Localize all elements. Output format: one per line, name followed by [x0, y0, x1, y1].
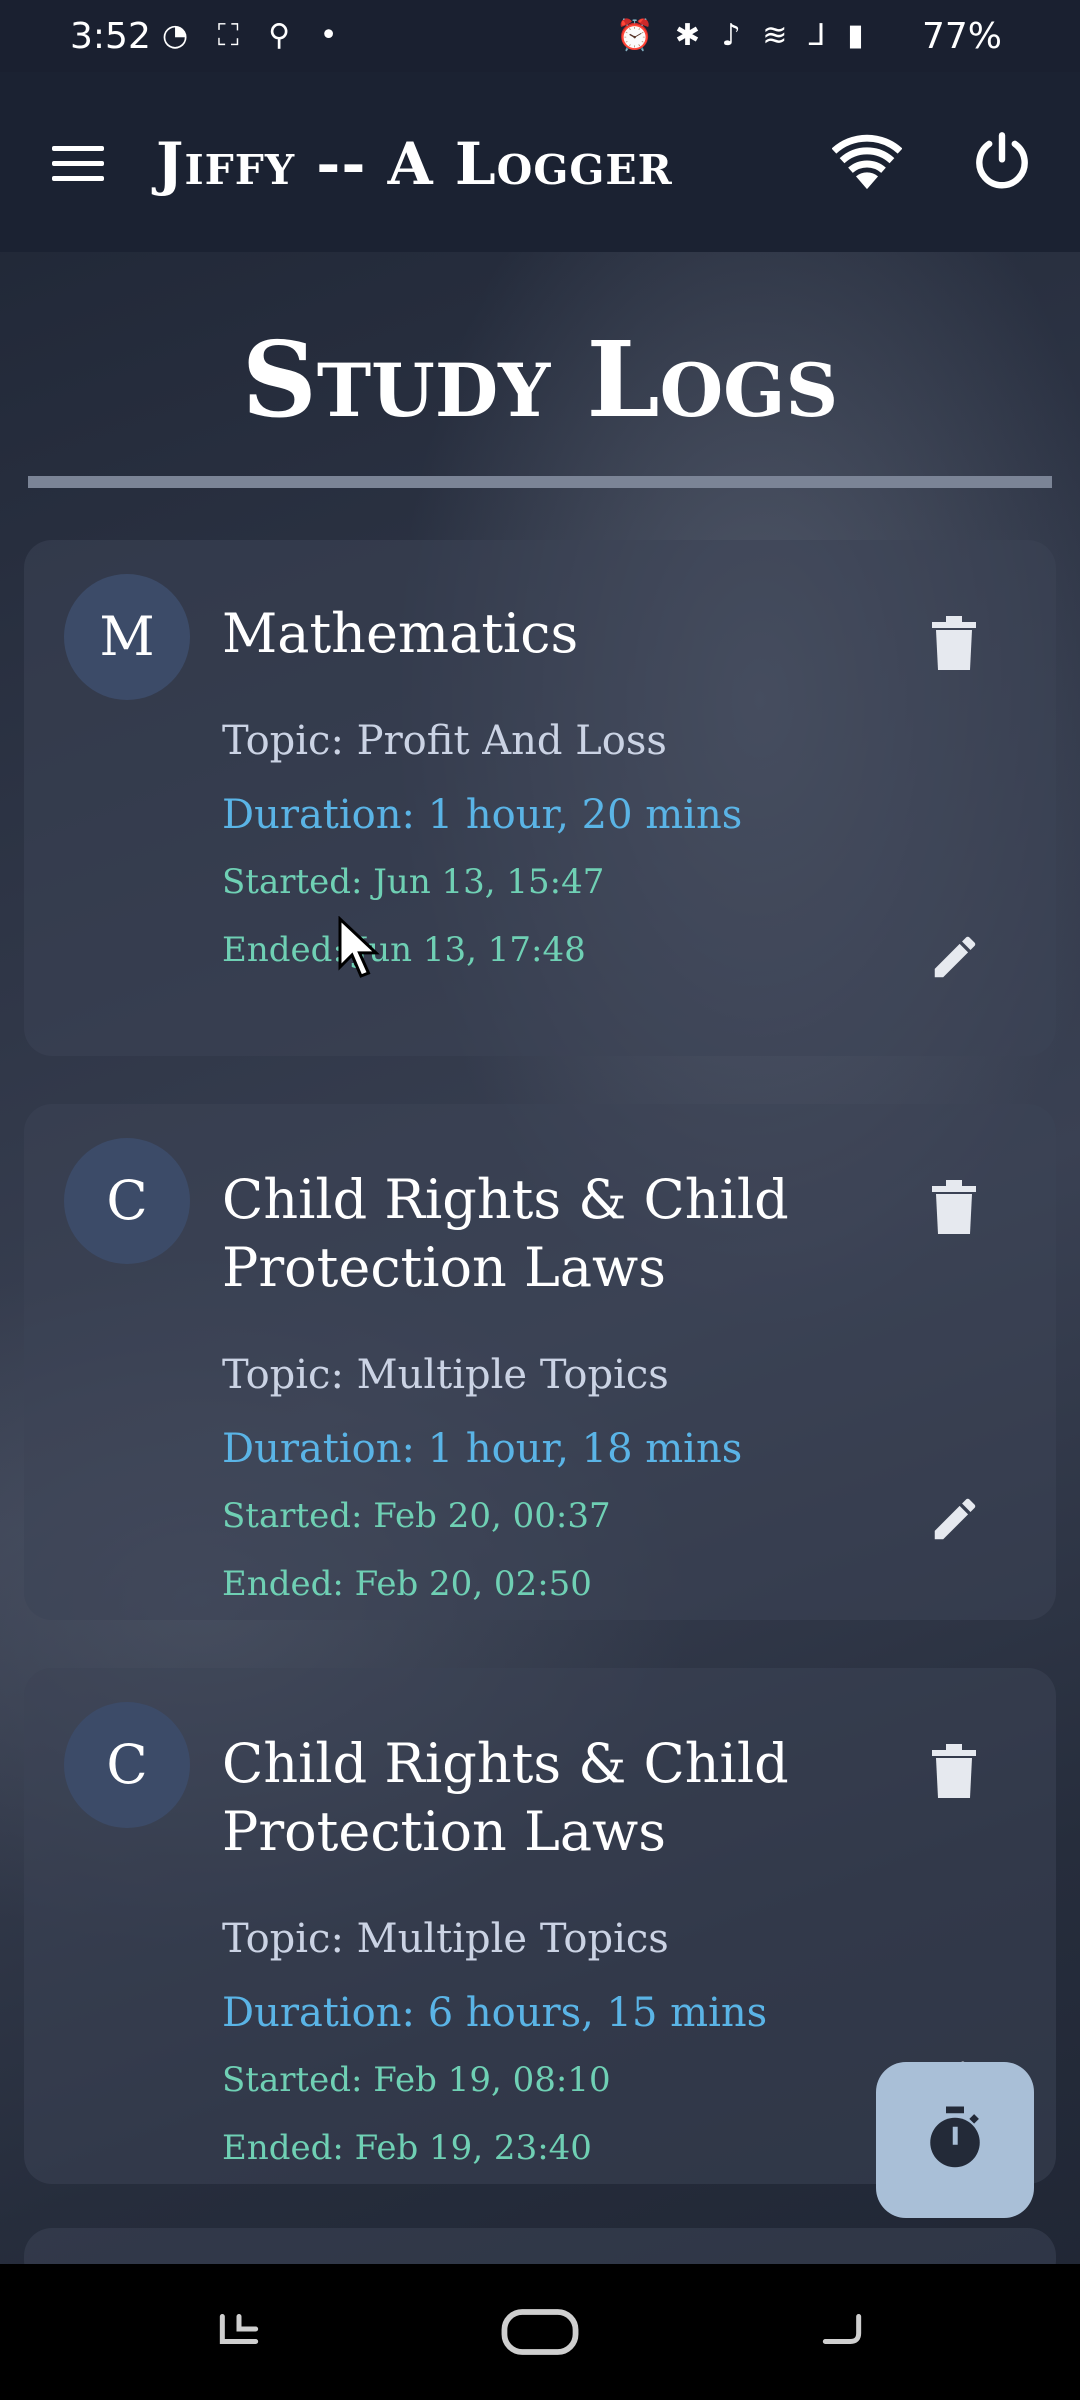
power-icon[interactable] — [970, 130, 1034, 194]
topic-text: Topic: Multiple Topics — [222, 1916, 669, 1962]
edit-icon[interactable] — [928, 1492, 982, 1546]
duration-text: Duration: 6 hours, 15 mins — [222, 1990, 768, 2036]
delete-icon[interactable] — [932, 616, 976, 670]
app-title: Jiffy -- A Logger — [156, 130, 673, 198]
duration-text: Duration: 1 hour, 20 mins — [222, 792, 743, 838]
recent-apps-icon[interactable] — [214, 2304, 264, 2354]
app-bar: Jiffy -- A Logger — [0, 72, 1080, 252]
subject-title: Mathematics — [222, 602, 579, 665]
status-bar: 3:52 ◔ ⛶ ⚲ • ⏰ ✱ ♪ ≋ ⅃ ▮ 77% — [0, 0, 1080, 72]
battery-level: 77% — [921, 16, 1002, 57]
stopwatch-fab-button[interactable] — [876, 2062, 1034, 2218]
hamburger-menu-icon[interactable] — [52, 146, 104, 182]
started-text: Started: Feb 20, 00:37 — [222, 1496, 611, 1536]
wifi-icon[interactable] — [832, 134, 902, 192]
title-divider — [28, 476, 1052, 488]
home-icon[interactable] — [500, 2304, 580, 2360]
subject-title: Child Rights & Child Protection Laws — [222, 1168, 789, 1299]
back-icon[interactable] — [814, 2304, 870, 2354]
log-card[interactable]: C Child Rights & Child Protection Laws T… — [24, 1104, 1056, 1620]
avatar: C — [64, 1702, 190, 1828]
status-right-icons: ⏰ ✱ ♪ ≋ ⅃ ▮ — [616, 18, 870, 53]
log-details: Topic: Multiple Topics Duration: 1 hour,… — [222, 1352, 1022, 1620]
delete-icon[interactable] — [932, 1744, 976, 1798]
avatar: M — [64, 574, 190, 700]
mouse-cursor-icon — [338, 916, 380, 978]
topic-text: Topic: Profit And Loss — [222, 718, 667, 764]
status-left-icons: ◔ ⛶ ⚲ • — [162, 18, 348, 53]
delete-icon[interactable] — [932, 1180, 976, 1234]
edit-icon[interactable] — [928, 930, 982, 984]
stopwatch-icon — [930, 2106, 980, 2168]
avatar: C — [64, 1138, 190, 1264]
duration-text: Duration: 1 hour, 18 mins — [222, 1426, 743, 1472]
topic-text: Topic: Multiple Topics — [222, 1352, 669, 1398]
subject-title: Child Rights & Child Protection Laws — [222, 1732, 789, 1863]
ended-text: Ended: Feb 20, 02:50 — [222, 1564, 592, 1604]
page-title: Study Logs — [241, 318, 839, 441]
system-nav-bar — [0, 2264, 1080, 2400]
status-time: 3:52 — [70, 16, 151, 57]
log-card[interactable]: M Mathematics Topic: Profit And Loss Dur… — [24, 540, 1056, 1056]
